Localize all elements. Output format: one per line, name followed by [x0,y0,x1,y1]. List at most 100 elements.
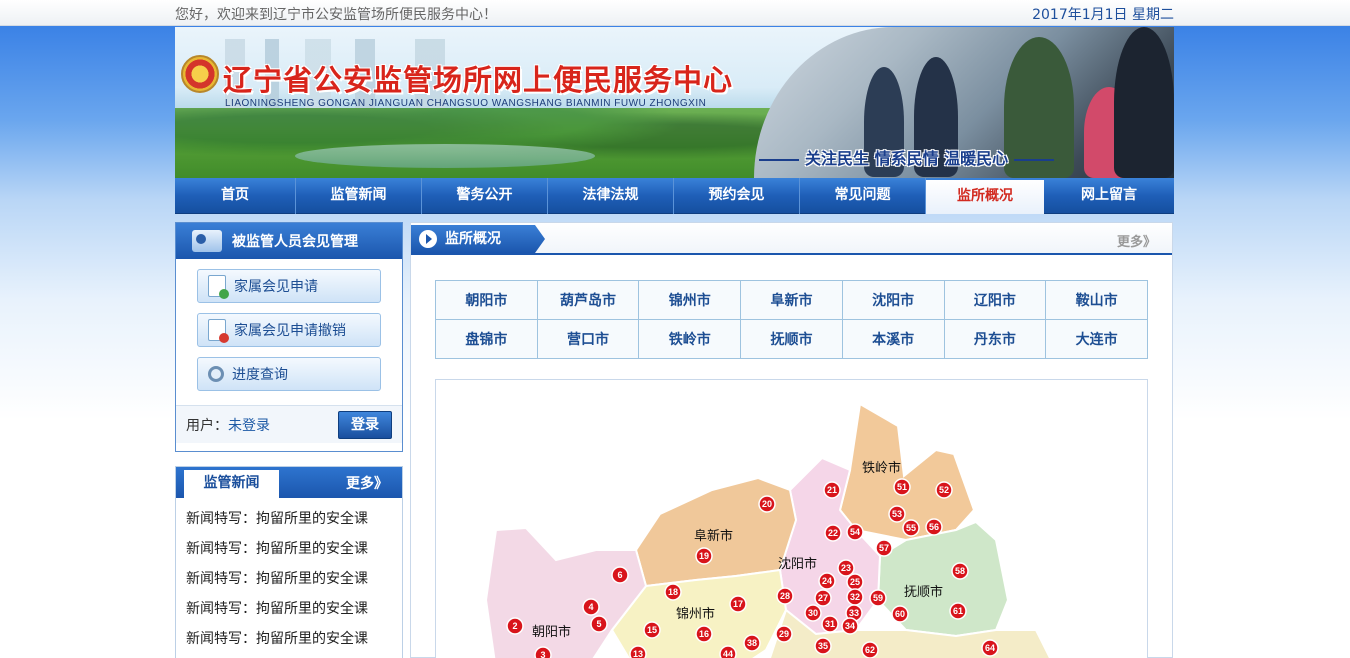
city-link[interactable]: 鞍山市 [1045,280,1148,320]
user-label: 用户： [186,417,228,434]
city-link[interactable]: 盘锦市 [435,319,538,359]
header-banner: 辽宁省公安监管场所网上便民服务中心 LIAONINGSHENG GONGAN J… [175,27,1174,178]
map-marker[interactable]: 22 [824,524,842,542]
nav-item-faq[interactable]: 常见问题 [800,178,926,214]
svg-text:34: 34 [845,621,855,631]
map-marker[interactable]: 64 [981,639,999,657]
news-panel: 监管新闻 更多》 新闻特写：拘留所里的安全课 新闻特写：拘留所里的安全课 新闻特… [175,466,403,658]
map-marker[interactable]: 13 [629,645,647,658]
news-item[interactable]: 新闻特写：拘留所里的安全课 [186,600,402,630]
map-marker[interactable]: 30 [804,604,822,622]
map-marker[interactable]: 62 [861,641,879,658]
map-marker[interactable]: 5 [590,615,608,633]
svg-text:21: 21 [827,485,837,495]
map-marker[interactable]: 54 [846,523,864,541]
map-marker[interactable]: 19 [695,547,713,565]
city-link[interactable]: 锦州市 [638,280,742,320]
svg-text:52: 52 [939,485,949,495]
city-link[interactable]: 辽阳市 [943,280,1047,320]
map-marker[interactable]: 27 [814,589,832,607]
map-marker[interactable]: 57 [875,539,893,557]
city-link[interactable]: 葫芦岛市 [536,280,640,320]
nav-item-facilities[interactable]: 监所概况 [926,180,1044,214]
map-marker[interactable]: 52 [935,481,953,499]
city-link[interactable]: 营口市 [536,319,640,359]
map-marker[interactable]: 34 [841,617,859,635]
city-link[interactable]: 阜新市 [740,280,843,320]
map-marker[interactable]: 32 [846,588,864,606]
map-marker[interactable]: 55 [902,519,920,537]
content-more-link[interactable]: 更多》 [1117,231,1156,250]
map-marker[interactable]: 51 [893,478,911,496]
nav-item-news[interactable]: 监管新闻 [296,178,422,214]
map-marker[interactable]: 31 [821,615,839,633]
nav-item-laws[interactable]: 法律法规 [548,178,674,214]
map-marker[interactable]: 6 [611,566,629,584]
visit-cancel-label: 家属会见申请撤销 [234,323,346,339]
map-marker[interactable]: 53 [888,505,906,523]
computer-user-icon [192,230,222,252]
news-item[interactable]: 新闻特写：拘留所里的安全课 [186,510,402,540]
city-link[interactable]: 朝阳市 [435,280,538,320]
nav-item-home[interactable]: 首页 [175,178,296,214]
map-marker[interactable]: 16 [695,625,713,643]
news-list: 新闻特写：拘留所里的安全课 新闻特写：拘留所里的安全课 新闻特写：拘留所里的安全… [176,498,402,658]
map-canvas: 铁岭市阜新市沈阳市抚顺市锦州市朝阳市234561315 1617181920212… [484,402,1052,658]
svg-text:3: 3 [540,650,545,658]
map-marker[interactable]: 23 [837,559,855,577]
svg-text:56: 56 [929,522,939,532]
map-region-tieling[interactable] [838,402,976,542]
city-link[interactable]: 铁岭市 [638,319,742,359]
map-marker[interactable]: 3 [534,646,552,658]
map-marker[interactable]: 15 [643,621,661,639]
news-tab[interactable]: 监管新闻 [184,470,279,498]
visit-apply-button[interactable]: 家属会见申请 [197,269,381,303]
visit-cancel-button[interactable]: 家属会见申请撤销 [197,313,381,347]
map-marker[interactable]: 56 [925,518,943,536]
svg-text:35: 35 [818,641,828,651]
svg-text:19: 19 [699,551,709,561]
city-link[interactable]: 抚顺市 [740,319,843,359]
news-item[interactable]: 新闻特写：拘留所里的安全课 [186,630,402,658]
map-marker[interactable]: 60 [891,605,909,623]
map-marker[interactable]: 61 [949,602,967,620]
city-link[interactable]: 沈阳市 [841,280,945,320]
login-button[interactable]: 登录 [338,410,392,439]
svg-text:33: 33 [849,608,859,618]
map-marker[interactable]: 4 [582,598,600,616]
news-more-link[interactable]: 更多》 [346,473,388,493]
city-link[interactable]: 丹东市 [943,319,1047,359]
map-marker[interactable]: 38 [743,634,761,652]
map-city-label: 阜新市 [694,528,733,544]
svg-text:44: 44 [723,649,733,658]
svg-text:57: 57 [879,543,889,553]
search-icon [208,366,224,382]
progress-query-button[interactable]: 进度查询 [197,357,381,391]
news-item[interactable]: 新闻特写：拘留所里的安全课 [186,540,402,570]
nav-item-message[interactable]: 网上留言 [1044,178,1174,214]
nav-item-appointment[interactable]: 预约会见 [674,178,800,214]
city-link[interactable]: 大连市 [1045,319,1148,359]
main-nav: 首页 监管新闻 警务公开 法律法规 预约会见 常见问题 监所概况 网上留言 [175,178,1174,214]
map-marker[interactable]: 35 [814,637,832,655]
map-marker[interactable]: 21 [823,481,841,499]
nav-item-police-affairs[interactable]: 警务公开 [422,178,548,214]
svg-text:31: 31 [825,619,835,629]
map-marker[interactable]: 20 [758,495,776,513]
map-marker[interactable]: 29 [775,625,793,643]
map-marker[interactable]: 25 [846,573,864,591]
slogan-text: 关注民生 情系民情 温暖民心 [805,149,1009,168]
map-marker[interactable]: 58 [951,562,969,580]
city-link[interactable]: 本溪市 [841,319,945,359]
map-city-label: 朝阳市 [532,624,571,640]
news-item[interactable]: 新闻特写：拘留所里的安全课 [186,570,402,600]
map-marker[interactable]: 17 [729,595,747,613]
visit-panel-header: 被监管人员会见管理 [176,223,402,259]
map-marker[interactable]: 59 [869,589,887,607]
map-marker[interactable]: 2 [506,617,524,635]
map-marker[interactable]: 28 [776,587,794,605]
map-marker[interactable]: 44 [719,645,737,658]
map-marker[interactable]: 24 [818,572,836,590]
map-marker[interactable]: 18 [664,583,682,601]
svg-text:51: 51 [897,482,907,492]
